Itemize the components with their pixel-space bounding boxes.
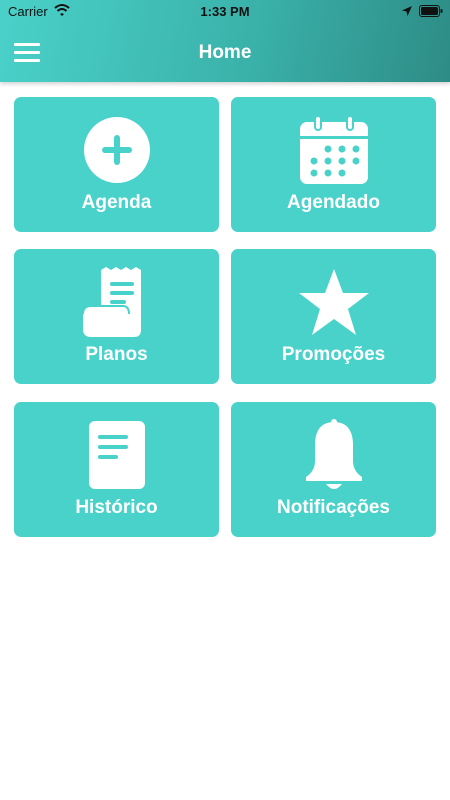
tile-label: Agendado	[287, 192, 380, 213]
tile-label: Planos	[85, 344, 148, 365]
agenda-tile[interactable]: Agenda	[14, 97, 219, 232]
location-arrow-icon	[402, 6, 412, 16]
historico-tile[interactable]: Histórico	[14, 402, 219, 537]
tile-label: Promoções	[281, 344, 386, 365]
document-icon	[89, 421, 145, 489]
tile-label: Histórico	[75, 497, 158, 518]
bell-icon	[306, 419, 362, 489]
status-time: 1:33 PM	[200, 4, 250, 19]
agendado-tile[interactable]: Agendado	[231, 97, 436, 232]
tile-label: Agenda	[81, 192, 152, 213]
calendar-icon	[300, 115, 368, 184]
promocoes-tile[interactable]: Promoções	[231, 249, 436, 384]
page-title: Home	[198, 42, 252, 63]
tile-label: Notificações	[277, 497, 390, 518]
battery-icon	[419, 5, 443, 17]
star-icon	[299, 269, 369, 335]
notificacoes-tile[interactable]: Notificações	[231, 402, 436, 537]
planos-tile[interactable]: Planos	[14, 249, 219, 384]
plus-circle-icon	[84, 117, 150, 183]
app-header: Carrier 1:33 PM Home	[0, 0, 450, 82]
receipt-icon	[82, 267, 141, 337]
status-bar: Carrier 1:33 PM	[0, 0, 450, 24]
